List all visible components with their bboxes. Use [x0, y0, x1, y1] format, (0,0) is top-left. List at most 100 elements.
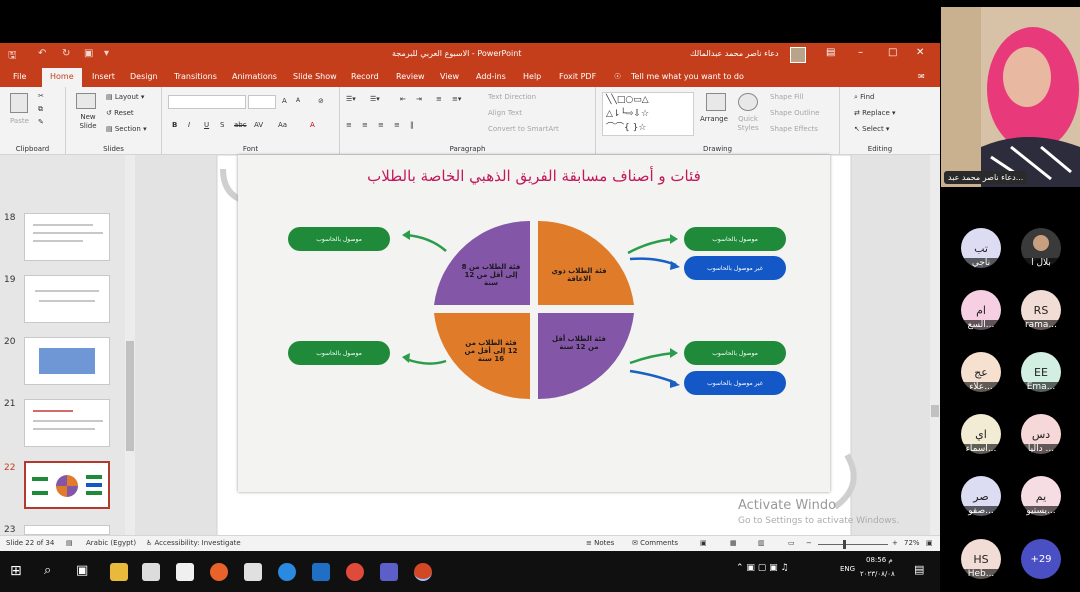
slideshow-view-icon[interactable]: ▭ [788, 539, 795, 547]
tab-insert[interactable]: Insert [92, 72, 115, 81]
shape-fill-button[interactable]: Shape Fill [770, 93, 804, 101]
comments-button[interactable]: ✉ Comments [632, 539, 678, 547]
undo-icon[interactable]: ↶ [38, 48, 46, 59]
notes-button[interactable]: ≡ Notes [586, 539, 614, 547]
present-icon[interactable]: ▣ [84, 48, 93, 59]
slide-thumbnail-19[interactable] [24, 275, 110, 323]
line-spacing-icon[interactable]: ≡▾ [452, 95, 461, 103]
tab-review[interactable]: Review [396, 72, 425, 81]
slide-sorter-icon[interactable]: ▦ [730, 539, 737, 547]
zoom-slider[interactable] [818, 544, 888, 545]
tab-animations[interactable]: Animations [232, 72, 277, 81]
shrink-font-button[interactable]: A [296, 97, 300, 104]
language-indicator[interactable]: Arabic (Egypt) [86, 539, 136, 547]
italic-button[interactable]: I [188, 121, 190, 129]
tab-transitions[interactable]: Transitions [174, 72, 217, 81]
paste-icon[interactable] [10, 93, 28, 113]
minimize-icon[interactable]: – [858, 47, 863, 58]
format-painter-icon[interactable]: ✎ [38, 118, 44, 126]
font-name-input[interactable] [168, 95, 246, 109]
thumbnails-scroll-thumb[interactable] [126, 341, 134, 451]
firefox-icon[interactable] [210, 563, 228, 581]
system-tray-icons[interactable]: ⌃ ▣ ▢ ▣ ♫ [736, 563, 789, 573]
align-left-icon[interactable]: ≡ [346, 121, 352, 129]
slide-thumbnail-18[interactable] [24, 213, 110, 261]
cut-icon[interactable]: ✂ [38, 92, 44, 100]
layout-button[interactable]: ▤ Layout ▾ [106, 93, 144, 101]
store-icon[interactable] [142, 563, 160, 581]
more-participants-button[interactable]: +29 [1021, 539, 1061, 579]
slide-thumbnail-23[interactable] [24, 525, 110, 535]
connected-box-top-right[interactable]: موصول بالحاسوب [684, 227, 786, 251]
slide-thumbnail-20[interactable] [24, 337, 110, 385]
tab-slide-show[interactable]: Slide Show [293, 72, 337, 81]
save-icon[interactable]: 🖫 [8, 48, 17, 65]
task-view-icon[interactable]: ▣ [76, 563, 88, 578]
ribbon-display-icon[interactable]: ▤ [826, 47, 835, 58]
font-size-input[interactable] [248, 95, 276, 109]
paste-label[interactable]: Paste [10, 117, 29, 125]
bullets-icon[interactable]: ☰▾ [346, 95, 356, 103]
new-slide-button[interactable]: New Slide [74, 113, 102, 131]
zoom-level[interactable]: 72% [904, 539, 920, 547]
account-name[interactable]: دعاء ناصر محمد عبدالمالك [690, 49, 779, 58]
edge-icon[interactable] [278, 563, 296, 581]
arrange-button[interactable]: Arrange [700, 115, 728, 123]
tab-add-ins[interactable]: Add-ins [476, 72, 506, 81]
reading-view-icon[interactable]: ▥ [758, 539, 765, 547]
zoom-out-icon[interactable]: − [806, 539, 812, 547]
slide-thumbnail-22[interactable] [24, 461, 110, 509]
tab-view[interactable]: View [440, 72, 459, 81]
connected-box-bottom-left[interactable]: موصول بالحاسوب [288, 341, 390, 365]
slide-thumbnail-21[interactable] [24, 399, 110, 447]
accessibility-status[interactable]: ♿ Accessibility: Investigate [146, 539, 241, 547]
underline-button[interactable]: U [204, 121, 209, 129]
section-button[interactable]: ▤ Section ▾ [106, 125, 147, 133]
tab-design[interactable]: Design [130, 72, 158, 81]
shape-effects-button[interactable]: Shape Effects [770, 125, 818, 133]
notifications-icon[interactable]: ▤ [914, 563, 924, 576]
tab-record[interactable]: Record [351, 72, 379, 81]
font-color-button[interactable]: A [310, 121, 315, 129]
chrome-icon[interactable] [346, 563, 364, 581]
find-button[interactable]: ⌕ Find [854, 93, 875, 102]
tab-help[interactable]: Help [523, 72, 541, 81]
connected-box-bottom-right[interactable]: موصول بالحاسوب [684, 341, 786, 365]
clock-time[interactable]: 08:56 م [866, 556, 893, 564]
slide-scrollbar[interactable] [930, 155, 940, 535]
quick-styles-icon[interactable] [738, 93, 758, 111]
shape-outline-button[interactable]: Shape Outline [770, 109, 819, 117]
quick-styles-button[interactable]: Quick Styles [732, 115, 764, 133]
align-right-icon[interactable]: ≡ [378, 121, 384, 129]
outlook-icon[interactable] [312, 563, 330, 581]
strikethrough-button[interactable]: abc [234, 121, 247, 129]
not-connected-box-top-right[interactable]: غير موصول بالحاسوب [684, 256, 786, 280]
spelling-icon[interactable]: ▤ [66, 539, 73, 547]
increase-indent-icon[interactable]: ⇥ [416, 95, 422, 103]
align-center-icon[interactable]: ≡ [362, 121, 368, 129]
shapes-gallery[interactable]: ╲╲□○▭△ △⇂└⇨⇩☆ ⌒⌒{ }☆ [602, 92, 694, 136]
grow-font-button[interactable]: A [282, 97, 287, 105]
thumbnails-scrollbar[interactable] [125, 155, 135, 535]
arrange-icon[interactable] [706, 93, 726, 111]
reset-button[interactable]: ↺ Reset [106, 109, 134, 117]
close-icon[interactable]: ✕ [916, 47, 924, 58]
current-slide[interactable]: فئات و أصناف مسابقة الفريق الذهبي الخاصة… [238, 155, 830, 492]
customize-toolbar-icon[interactable]: ▾ [104, 48, 109, 59]
file-explorer-icon[interactable] [110, 563, 128, 581]
rtl-icon[interactable]: ≡ [436, 95, 442, 103]
decrease-indent-icon[interactable]: ⇤ [400, 95, 406, 103]
clock-date[interactable]: ٢٠٢٣/٠٨/٠٨ [860, 570, 895, 578]
justify-icon[interactable]: ≡ [394, 121, 400, 129]
zoom-in-icon[interactable]: + [892, 539, 898, 547]
windows-start-icon[interactable]: ⊞ [10, 563, 22, 579]
tab-file[interactable]: File [13, 72, 26, 81]
select-button[interactable]: ↖ Select ▾ [854, 125, 889, 133]
text-direction-button[interactable]: Text Direction [488, 93, 536, 101]
clear-format-icon[interactable]: ⊘ [318, 97, 324, 105]
new-slide-icon[interactable] [76, 93, 96, 109]
char-spacing-button[interactable]: AV [254, 121, 263, 129]
account-avatar[interactable] [790, 47, 806, 63]
mail-icon[interactable] [176, 563, 194, 581]
search-icon[interactable]: ⌕ [44, 563, 51, 578]
